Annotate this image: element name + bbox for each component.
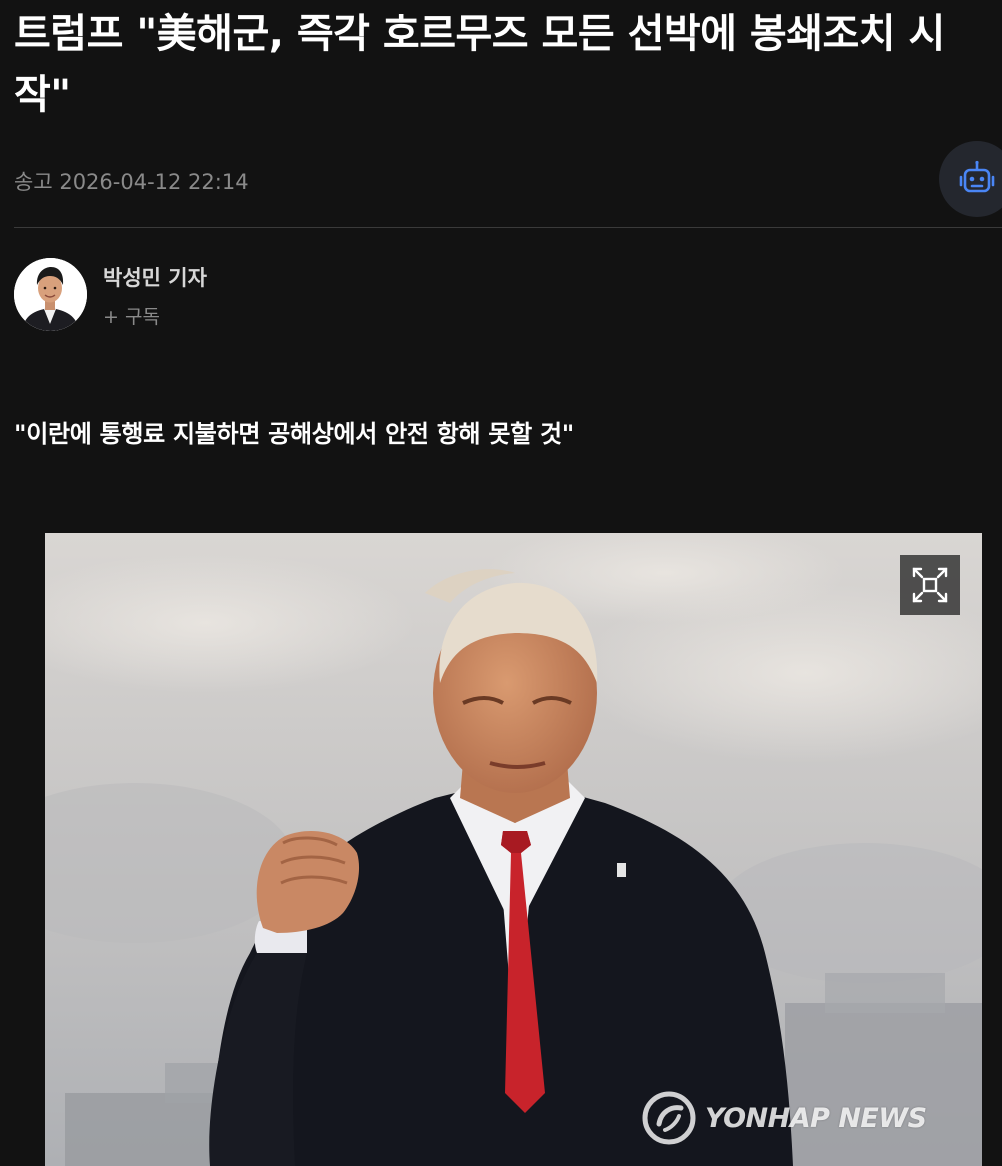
article-headline: 트럼프 "美해군, 즉각 호르무즈 모든 선박에 봉쇄조치 시작" <box>14 11 945 118</box>
publish-label: 송고 <box>14 170 53 194</box>
article-subtitle: "이란에 통행료 지불하면 공해상에서 안전 항해 못할 것" <box>14 420 574 448</box>
expand-icon <box>912 567 948 603</box>
photo-expand-button[interactable] <box>900 555 960 615</box>
publish-date: 송고 2026-04-12 22:14 <box>14 166 249 196</box>
robot-icon <box>959 160 995 193</box>
publish-datetime: 2026-04-12 22:14 <box>59 170 249 194</box>
ai-assistant-button[interactable] <box>939 141 1002 217</box>
article-meta: 송고 2026-04-12 22:14 <box>14 141 1002 217</box>
photo-watermark: YONHAP NEWS <box>641 1091 927 1145</box>
reporter-name[interactable]: 박성민 기자 <box>103 262 207 292</box>
subscribe-button[interactable]: + 구독 <box>103 302 160 329</box>
article-page: 트럼프 "美해군, 즉각 호르무즈 모든 선박에 봉쇄조치 시작" 송고 202… <box>0 0 1002 1166</box>
yonhap-logo-icon <box>642 1091 696 1145</box>
divider <box>14 227 1002 228</box>
reporter-avatar[interactable] <box>14 258 87 331</box>
watermark-text: YONHAP NEWS <box>705 1102 927 1134</box>
article-photo[interactable]: YONHAP NEWS <box>45 533 982 1166</box>
